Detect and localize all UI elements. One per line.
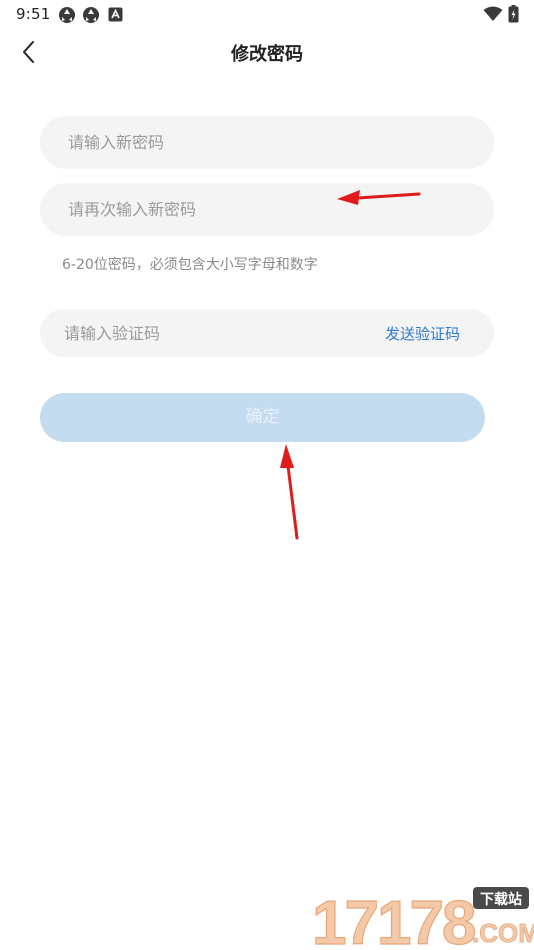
font-app-icon [108,7,123,26]
recycle-icon [82,6,100,28]
watermark-tag: 下载站 [480,891,522,908]
wifi-icon [483,6,503,26]
send-code-button[interactable]: 发送验证码 [385,323,460,344]
watermark-number: 17178 [312,889,475,950]
battery-icon [508,5,519,27]
new-password-input[interactable] [68,116,368,169]
site-watermark: 17178 下载站 .COM [304,884,534,950]
password-hint: 6-20位密码，必须包含大小写字母和数字 [62,257,318,273]
status-time: 9:51 [16,5,51,23]
watermark-suffix: .COM [472,918,534,948]
nav-bar: 修改密码 [0,28,534,76]
confirm-button[interactable]: 确定 [40,393,485,442]
change-password-screen: 9:51 修改密码 6-20位密码，必须包含大小写字母和数字 请输入验证码 发送… [0,0,534,950]
page-title: 修改密码 [231,44,303,65]
verification-code-field-container: 发送验证码 [40,309,494,357]
confirm-password-input[interactable] [68,183,368,236]
confirm-password-field-container [40,183,494,236]
watermark-logo: 17178 下载站 .COM [311,887,534,950]
status-bar: 9:51 [0,0,534,28]
new-password-field-container [40,116,494,169]
recycle-icon [58,6,76,28]
arrow-to-confirm-button [280,444,299,540]
verification-code-input[interactable] [64,309,344,357]
